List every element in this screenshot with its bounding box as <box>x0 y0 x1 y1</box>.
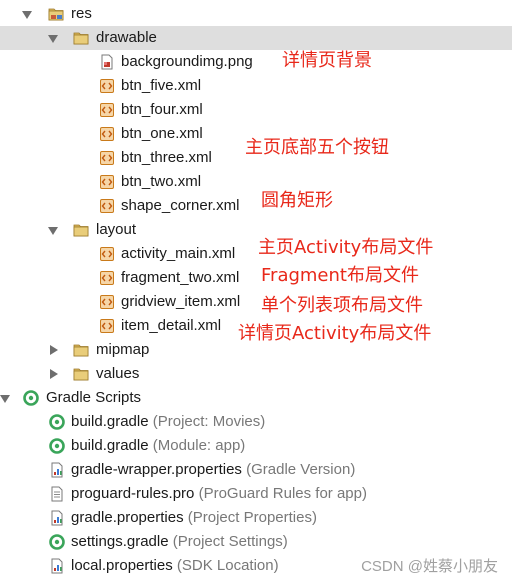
script-item[interactable]: build.gradle (Module: app) <box>0 434 512 458</box>
folder-icon <box>73 222 89 238</box>
chevron-right-icon[interactable] <box>50 369 58 379</box>
watermark: CSDN @姓蔡小朋友 <box>361 558 498 575</box>
resource-folder-icon <box>48 6 64 22</box>
annotation-bottom-buttons: 主页底部五个按钮 <box>245 137 389 158</box>
gradle-icon <box>23 390 39 406</box>
script-label: gradle.properties (Project Properties) <box>71 509 317 527</box>
file-item[interactable]: btn_four.xml <box>0 98 512 122</box>
file-item[interactable]: btn_five.xml <box>0 74 512 98</box>
script-item[interactable]: proguard-rules.pro (ProGuard Rules for a… <box>0 482 512 506</box>
chevron-down-icon[interactable] <box>48 35 58 43</box>
xml-file-icon <box>99 246 115 262</box>
file-label: shape_corner.xml <box>121 197 240 214</box>
script-detail: (ProGuard Rules for app) <box>198 485 367 502</box>
script-label: settings.gradle (Project Settings) <box>71 533 288 551</box>
properties-file-icon <box>49 558 65 574</box>
chevron-down-icon[interactable] <box>22 11 32 19</box>
tree-node-layout[interactable]: layout <box>0 218 512 242</box>
file-label: backgroundimg.png <box>121 53 253 70</box>
xml-file-icon <box>99 270 115 286</box>
file-item[interactable]: gridview_item.xml <box>0 290 512 314</box>
folder-icon <box>73 366 89 382</box>
script-detail: (Gradle Version) <box>246 461 356 478</box>
script-detail: (Project Settings) <box>172 533 288 550</box>
script-item[interactable]: settings.gradle (Project Settings) <box>0 530 512 554</box>
tree-node-label: values <box>96 365 140 382</box>
script-name: gradle.properties <box>71 509 184 526</box>
script-name: settings.gradle <box>71 533 169 550</box>
xml-file-icon <box>99 294 115 310</box>
script-name: build.gradle <box>71 437 149 454</box>
file-item[interactable]: btn_two.xml <box>0 170 512 194</box>
script-item[interactable]: build.gradle (Project: Movies) <box>0 410 512 434</box>
file-label: btn_two.xml <box>121 173 202 190</box>
tree-node-drawable[interactable]: drawable <box>0 26 512 50</box>
script-detail: (Module: app) <box>152 437 246 454</box>
annotation-fragment-layout: Fragment布局文件 <box>261 265 419 286</box>
properties-file-icon <box>49 510 65 526</box>
annotation-rounded-rect: 圆角矩形 <box>261 190 333 211</box>
file-label: btn_four.xml <box>121 101 203 118</box>
properties-file-icon <box>49 462 65 478</box>
script-detail: (Project: Movies) <box>152 413 266 430</box>
script-name: gradle-wrapper.properties <box>71 461 242 478</box>
script-label: build.gradle (Module: app) <box>71 437 245 455</box>
tree-node-label: Gradle Scripts <box>46 389 142 406</box>
annotation-item-layout: 单个列表项布局文件 <box>261 295 423 316</box>
xml-file-icon <box>99 126 115 142</box>
tree-node-values[interactable]: values <box>0 362 512 386</box>
gradle-icon <box>49 534 65 550</box>
annotation-detail-background: 详情页背景 <box>282 50 372 71</box>
script-detail: (Project Properties) <box>187 509 317 526</box>
script-name: proguard-rules.pro <box>71 485 195 502</box>
script-name: local.properties <box>71 557 173 574</box>
file-item[interactable]: backgroundimg.png <box>0 50 512 74</box>
script-item[interactable]: gradle.properties (Project Properties) <box>0 506 512 530</box>
script-label: proguard-rules.pro (ProGuard Rules for a… <box>71 485 367 503</box>
file-label: btn_five.xml <box>121 77 202 94</box>
tree-node-label: layout <box>96 221 137 238</box>
xml-file-icon <box>99 78 115 94</box>
script-item[interactable]: gradle-wrapper.properties (Gradle Versio… <box>0 458 512 482</box>
script-label: gradle-wrapper.properties (Gradle Versio… <box>71 461 355 479</box>
tree-node-gradle-scripts[interactable]: Gradle Scripts <box>0 386 512 410</box>
xml-file-icon <box>99 102 115 118</box>
file-label: fragment_two.xml <box>121 269 240 286</box>
tree-node-label: mipmap <box>96 341 150 358</box>
annotation-main-layout: 主页Activity布局文件 <box>258 237 434 258</box>
folder-icon <box>73 342 89 358</box>
xml-file-icon <box>99 150 115 166</box>
script-label: build.gradle (Project: Movies) <box>71 413 265 431</box>
text-file-icon <box>49 486 65 502</box>
chevron-down-icon[interactable] <box>0 395 10 403</box>
image-file-icon <box>99 54 115 70</box>
tree-node-res[interactable]: res <box>0 2 512 26</box>
xml-file-icon <box>99 174 115 190</box>
file-label: btn_three.xml <box>121 149 212 166</box>
file-item[interactable]: activity_main.xml <box>0 242 512 266</box>
script-detail: (SDK Location) <box>176 557 279 574</box>
gradle-icon <box>49 414 65 430</box>
folder-icon <box>73 30 89 46</box>
file-item[interactable]: shape_corner.xml <box>0 194 512 218</box>
file-label: gridview_item.xml <box>121 293 241 310</box>
xml-file-icon <box>99 198 115 214</box>
chevron-down-icon[interactable] <box>48 227 58 235</box>
file-item[interactable]: fragment_two.xml <box>0 266 512 290</box>
xml-file-icon <box>99 318 115 334</box>
gradle-icon <box>49 438 65 454</box>
file-label: activity_main.xml <box>121 245 236 262</box>
file-label: item_detail.xml <box>121 317 222 334</box>
annotation-detail-layout: 详情页Activity布局文件 <box>238 323 432 344</box>
tree-node-label: res <box>71 5 92 22</box>
chevron-right-icon[interactable] <box>50 345 58 355</box>
script-name: build.gradle <box>71 413 149 430</box>
script-label: local.properties (SDK Location) <box>71 557 279 575</box>
file-label: btn_one.xml <box>121 125 203 142</box>
tree-node-label: drawable <box>96 29 157 46</box>
